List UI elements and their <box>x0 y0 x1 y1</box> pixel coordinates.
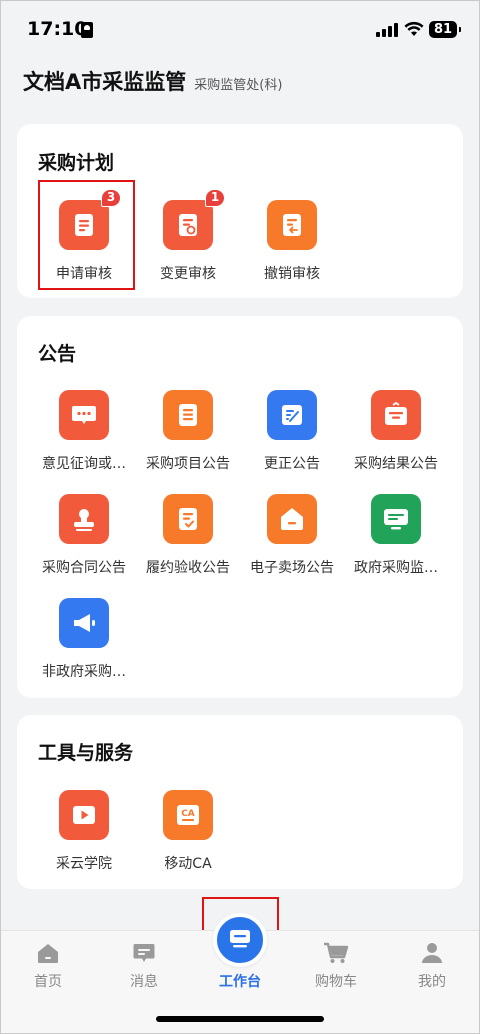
profile-tab-icon <box>419 941 445 965</box>
item-label: 撤销审核 <box>264 266 320 282</box>
project-notice-item[interactable]: 采购项目公告 <box>136 390 240 473</box>
status-time: 17:10 <box>27 18 88 40</box>
message-tab-icon <box>131 941 157 965</box>
tools-services-card: 工具与服务 采云学院 CA 移动CA <box>17 715 463 889</box>
badge-count: 1 <box>205 189 225 207</box>
item-label: 电子卖场公告 <box>250 560 334 576</box>
tab-home[interactable]: 首页 <box>0 931 96 1001</box>
supervision-notice-item[interactable]: 政府采购监… <box>344 494 448 577</box>
status-bar: 17:10 81 <box>0 0 480 60</box>
check-document-icon <box>163 494 213 544</box>
section-title-plan: 采购计划 <box>38 152 115 174</box>
home-indicator <box>156 1016 324 1022</box>
edit-document-icon <box>267 390 317 440</box>
video-camera-icon <box>59 790 109 840</box>
procurement-plan-card: 采购计划 3 申请审核 1 变更审核 撤销审核 <box>17 124 463 298</box>
megaphone-icon <box>59 598 109 648</box>
signal-icon <box>376 23 398 37</box>
non-gov-procurement-item[interactable]: 非政府采购… <box>32 598 136 681</box>
announcement-card: 公告 意见征询或… 采购项目公告 更正公告 采购结果公告 采购合同公告 履约验收… <box>17 316 463 698</box>
item-label: 申请审核 <box>56 266 112 282</box>
document-refresh-icon: 1 <box>163 189 225 250</box>
home-tab-icon <box>35 941 61 965</box>
section-title-notice: 公告 <box>38 343 77 365</box>
page-title: 文档A市采监监管 <box>23 70 187 94</box>
briefcase-icon <box>371 390 421 440</box>
item-label: 采购结果公告 <box>354 456 438 472</box>
cart-tab-icon <box>323 941 349 965</box>
result-notice-item[interactable]: 采购结果公告 <box>344 390 448 473</box>
ca-certificate-icon: CA <box>163 790 213 840</box>
department-label[interactable]: 采购监管处(科) <box>194 74 282 93</box>
tab-cart[interactable]: 购物车 <box>288 931 384 1001</box>
acceptance-notice-item[interactable]: 履约验收公告 <box>136 494 240 577</box>
chat-bubble-icon <box>59 390 109 440</box>
document-lines-icon <box>163 390 213 440</box>
badge-count: 3 <box>101 189 121 207</box>
tab-label: 我的 <box>418 974 446 990</box>
item-label: 采购合同公告 <box>42 560 126 576</box>
tab-label: 消息 <box>130 974 158 990</box>
tab-profile[interactable]: 我的 <box>384 931 480 1001</box>
e-mall-notice-item[interactable]: 电子卖场公告 <box>240 494 344 577</box>
item-label: 更正公告 <box>264 456 320 472</box>
id-card-icon <box>81 22 93 38</box>
item-label: 变更审核 <box>160 266 216 282</box>
tab-label: 购物车 <box>315 974 357 990</box>
consultation-notice-item[interactable]: 意见征询或… <box>32 390 136 473</box>
mobile-ca-item[interactable]: CA 移动CA <box>136 790 240 873</box>
monitor-icon <box>371 494 421 544</box>
tab-messages[interactable]: 消息 <box>96 931 192 1001</box>
item-label: 采购项目公告 <box>146 456 230 472</box>
wifi-icon <box>404 21 424 36</box>
item-label: 移动CA <box>164 856 212 872</box>
stamp-icon <box>59 494 109 544</box>
cancel-review-item[interactable]: 撤销审核 <box>240 200 344 283</box>
tab-label: 工作台 <box>219 974 261 990</box>
correction-notice-item[interactable]: 更正公告 <box>240 390 344 473</box>
change-review-item[interactable]: 1 变更审核 <box>136 189 240 283</box>
tab-label: 首页 <box>34 974 62 990</box>
item-label: 意见征询或… <box>42 456 126 472</box>
ca-icon-text: CA <box>181 809 195 819</box>
apply-review-item[interactable]: 3 申请审核 <box>32 189 136 283</box>
workbench-tab-button[interactable] <box>213 913 267 967</box>
page-header: 文档A市采监监管 采购监管处(科) <box>23 66 282 96</box>
battery-indicator: 81 <box>429 21 461 38</box>
caiyun-academy-item[interactable]: 采云学院 <box>32 790 136 873</box>
home-icon <box>267 494 317 544</box>
contract-notice-item[interactable]: 采购合同公告 <box>32 494 136 577</box>
item-label: 采云学院 <box>56 856 112 872</box>
item-label: 非政府采购… <box>42 664 126 680</box>
section-title-tools: 工具与服务 <box>38 742 134 764</box>
document-undo-icon <box>267 200 317 250</box>
document-list-icon: 3 <box>59 189 121 250</box>
workbench-tab-icon <box>228 927 252 953</box>
item-label: 政府采购监… <box>354 560 438 576</box>
item-label: 履约验收公告 <box>146 560 230 576</box>
